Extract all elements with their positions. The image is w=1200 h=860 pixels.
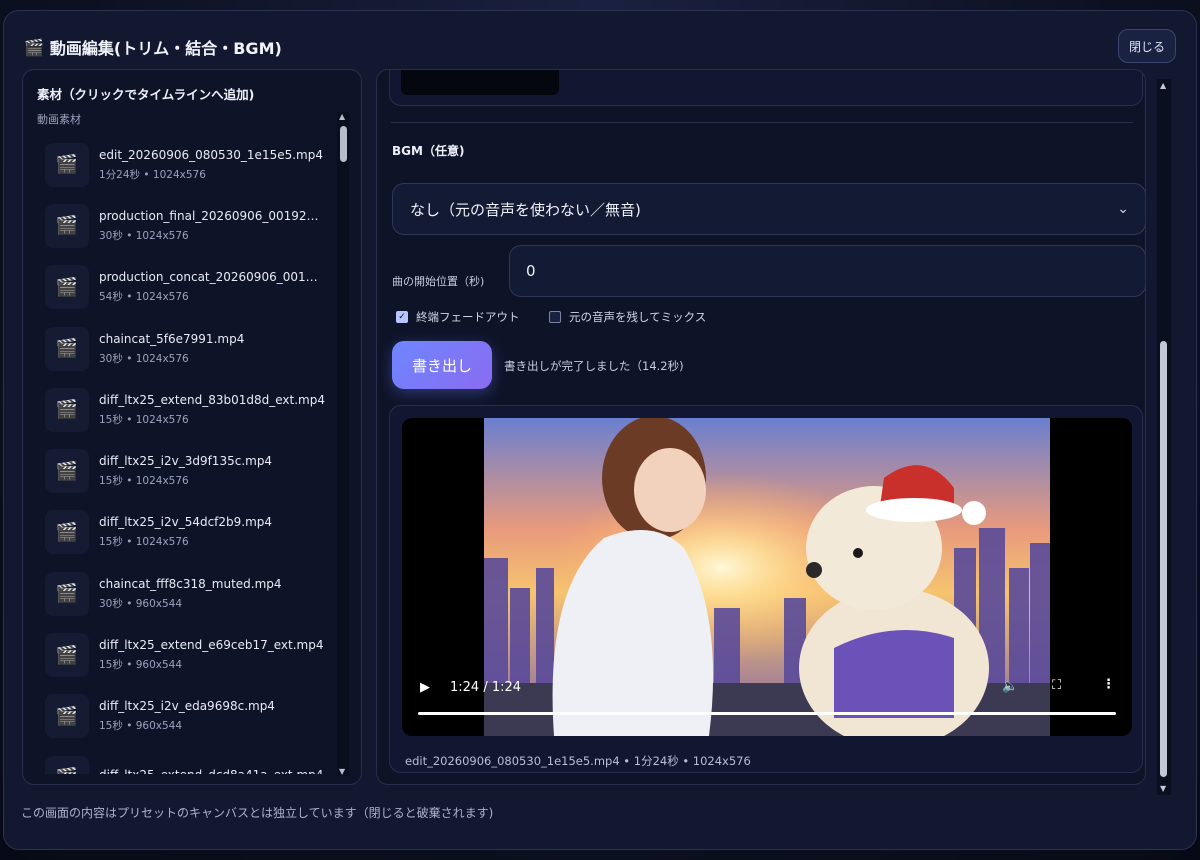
start-position-input[interactable]: 0 (509, 245, 1145, 297)
clapperboard-icon: 🎬 (45, 449, 89, 494)
asset-name: diff_ltx25_i2v_54dcf2b9.mp4 (99, 515, 273, 530)
asset-list: 🎬 edit_20260906_080530_1e15e5.mp4 1分24秒 • … (39, 134, 339, 774)
clapperboard-icon: 🎬 (45, 510, 89, 555)
scroll-down-icon[interactable]: ▼ (1160, 784, 1166, 793)
editor-scrollbar[interactable]: ▲ ▼ (1157, 79, 1171, 795)
clapperboard-icon: 🎬 (45, 203, 89, 248)
asset-list-item[interactable]: 🎬 production_concat_20260906_001924… 54秒 •… (39, 257, 339, 318)
section-divider (391, 122, 1133, 123)
asset-list-item[interactable]: 🎬 diff_ltx25_i2v_eda9698c.mp4 15秒 • 960x54… (39, 686, 339, 747)
asset-meta: 15秒 • 960x544 (99, 720, 183, 733)
export-button[interactable]: 書き出し (392, 341, 492, 389)
clapperboard-icon: 🎬 (45, 755, 89, 774)
asset-meta: 1分24秒 • 1024x576 (99, 168, 206, 181)
asset-text: diff_ltx25_extend_dcd8a41a_ext.mp4 (99, 768, 325, 774)
asset-list-scrollbar[interactable]: ▲ ▼ (337, 112, 349, 776)
asset-text: production_final_20260906_001929_f… 30秒 •… (99, 209, 325, 243)
scrollbar-thumb[interactable] (340, 126, 347, 162)
mix-audio-label: 元の音声を残してミックス (569, 310, 707, 324)
clapperboard-icon: 🎬 (45, 694, 89, 739)
bgm-select[interactable]: なし（元の音声を使わない／無音) ⌄ (392, 183, 1145, 235)
asset-meta: 30秒 • 960x544 (99, 597, 183, 610)
export-status: 書き出しが完了しました（14.2秒) (504, 359, 684, 373)
chevron-down-icon: ⌄ (1117, 201, 1129, 217)
asset-name: diff_ltx25_extend_e69ceb17_ext.mp4 (99, 638, 324, 653)
asset-list-item[interactable]: 🎬 diff_ltx25_i2v_3d9f135c.mp4 15秒 • 1024x5… (39, 440, 339, 501)
play-icon[interactable]: ▶ (420, 680, 430, 695)
playback-time: 1:24 / 1:24 (450, 680, 522, 695)
asset-name: production_final_20260906_001929_f… (99, 208, 325, 223)
clip-thumbnail (401, 70, 559, 95)
asset-name: diff_ltx25_extend_dcd8a41a_ext.mp4 (99, 768, 325, 774)
modal-title-text: 動画編集(トリム・結合・BGM) (49, 39, 282, 58)
asset-meta: 15秒 • 1024x576 (99, 475, 189, 488)
video-player[interactable]: ▶ 1:24 / 1:24 🔈 ⛶ ⋮ (402, 418, 1132, 736)
asset-name: chaincat_5f6e7991.mp4 (99, 331, 245, 346)
fade-out-option[interactable]: ✓ 終端フェードアウト (396, 309, 520, 325)
asset-name: diff_ltx25_extend_83b01d8d_ext.mp4 (99, 392, 325, 407)
asset-list-item[interactable]: 🎬 diff_ltx25_extend_dcd8a41a_ext.mp4 (39, 747, 339, 774)
playback-progress-bar[interactable] (418, 712, 1116, 715)
asset-text: diff_ltx25_i2v_3d9f135c.mp4 15秒 • 1024x57… (99, 454, 325, 488)
start-position-label: 曲の開始位置（秒) (392, 275, 485, 288)
asset-text: diff_ltx25_i2v_eda9698c.mp4 15秒 • 960x544 (99, 699, 325, 733)
fade-out-checkbox[interactable]: ✓ (396, 311, 408, 323)
clapperboard-icon: 🎬 (45, 326, 89, 371)
fade-out-label: 終端フェードアウト (416, 310, 520, 324)
asset-panel-title: 素材（クリックでタイムラインへ追加) (37, 87, 255, 102)
modal-title: 🎬 動画編集(トリム・結合・BGM) (24, 35, 282, 59)
preview-player-card: ▶ 1:24 / 1:24 🔈 ⛶ ⋮ edit_20260906_080530… (389, 405, 1143, 773)
asset-list-item[interactable]: 🎬 diff_ltx25_extend_e69ceb17_ext.mp4 15秒 •… (39, 624, 339, 685)
asset-meta: 30秒 • 1024x576 (99, 352, 189, 365)
clapperboard-icon: 🎬 (45, 387, 89, 432)
volume-icon[interactable]: 🔈 (1002, 679, 1018, 694)
clapperboard-icon: 🎬 (45, 142, 89, 187)
asset-section-label: 動画素材 (37, 113, 81, 126)
asset-meta: 30秒 • 1024x576 (99, 229, 189, 242)
scroll-up-icon[interactable]: ▲ (1160, 81, 1166, 90)
asset-name: chaincat_fff8c318_muted.mp4 (99, 576, 282, 591)
asset-text: chaincat_fff8c318_muted.mp4 30秒 • 960x544 (99, 577, 325, 611)
asset-meta: 54秒 • 1024x576 (99, 291, 189, 304)
asset-text: diff_ltx25_extend_83b01d8d_ext.mp4 15秒 • … (99, 393, 325, 427)
fullscreen-icon[interactable]: ⛶ (1052, 678, 1061, 693)
asset-meta: 15秒 • 1024x576 (99, 413, 189, 426)
asset-list-item[interactable]: 🎬 diff_ltx25_extend_83b01d8d_ext.mp4 15秒 •… (39, 379, 339, 440)
mix-audio-checkbox[interactable] (549, 311, 561, 323)
asset-list-item[interactable]: 🎬 chaincat_5f6e7991.mp4 30秒 • 1024x576 (39, 318, 339, 379)
asset-list-item[interactable]: 🎬 edit_20260906_080530_1e15e5.mp4 1分24秒 • … (39, 134, 339, 195)
footer-note: この画面の内容はプリセットのキャンバスとは独立しています（閉じると破棄されます) (21, 806, 494, 820)
asset-meta: 15秒 • 1024x576 (99, 536, 189, 549)
asset-name: diff_ltx25_i2v_eda9698c.mp4 (99, 699, 275, 714)
timeline-clip-card (389, 70, 1143, 106)
scroll-up-icon[interactable]: ▲ (339, 112, 345, 121)
scroll-down-icon[interactable]: ▼ (339, 767, 345, 776)
more-options-icon[interactable]: ⋮ (1102, 677, 1115, 692)
asset-panel: 素材（クリックでタイムラインへ追加) 動画素材 🎬 edit_20260906_0… (22, 69, 362, 785)
asset-name: production_concat_20260906_001924… (99, 270, 325, 285)
clapperboard-icon: 🎬 (45, 571, 89, 616)
asset-meta: 15秒 • 960x544 (99, 659, 183, 672)
editor-panel: BGM（任意) なし（元の音声を使わない／無音) ⌄ 曲の開始位置（秒) 0 ✓… (376, 69, 1146, 785)
asset-name: edit_20260906_080530_1e15e5.mp4 (99, 147, 323, 162)
asset-text: edit_20260906_080530_1e15e5.mp4 1分24秒 • 1… (99, 148, 325, 182)
asset-text: chaincat_5f6e7991.mp4 30秒 • 1024x576 (99, 332, 325, 366)
close-button[interactable]: 閉じる (1118, 29, 1176, 63)
bgm-selected-value: なし（元の音声を使わない／無音) (410, 200, 641, 219)
scrollbar-thumb[interactable] (1160, 341, 1167, 777)
clapperboard-icon: 🎬 (45, 633, 89, 678)
player-caption: edit_20260906_080530_1e15e5.mp4 • 1分24秒 … (405, 754, 751, 768)
asset-text: diff_ltx25_i2v_54dcf2b9.mp4 15秒 • 1024x57… (99, 515, 325, 549)
mix-audio-option[interactable]: 元の音声を残してミックス (549, 309, 706, 325)
video-frame-illustration (484, 418, 1050, 736)
clapperboard-icon: 🎬 (45, 265, 89, 310)
clapperboard-icon: 🎬 (24, 37, 44, 57)
asset-list-item[interactable]: 🎬 diff_ltx25_i2v_54dcf2b9.mp4 15秒 • 1024x5… (39, 502, 339, 563)
asset-list-item[interactable]: 🎬 production_final_20260906_001929_f… 30秒 … (39, 195, 339, 256)
asset-text: production_concat_20260906_001924… 54秒 • … (99, 270, 325, 304)
asset-list-item[interactable]: 🎬 chaincat_fff8c318_muted.mp4 30秒 • 960x54… (39, 563, 339, 624)
bgm-label: BGM（任意) (392, 144, 465, 158)
asset-name: diff_ltx25_i2v_3d9f135c.mp4 (99, 454, 273, 469)
asset-text: diff_ltx25_extend_e69ceb17_ext.mp4 15秒 • … (99, 638, 325, 672)
